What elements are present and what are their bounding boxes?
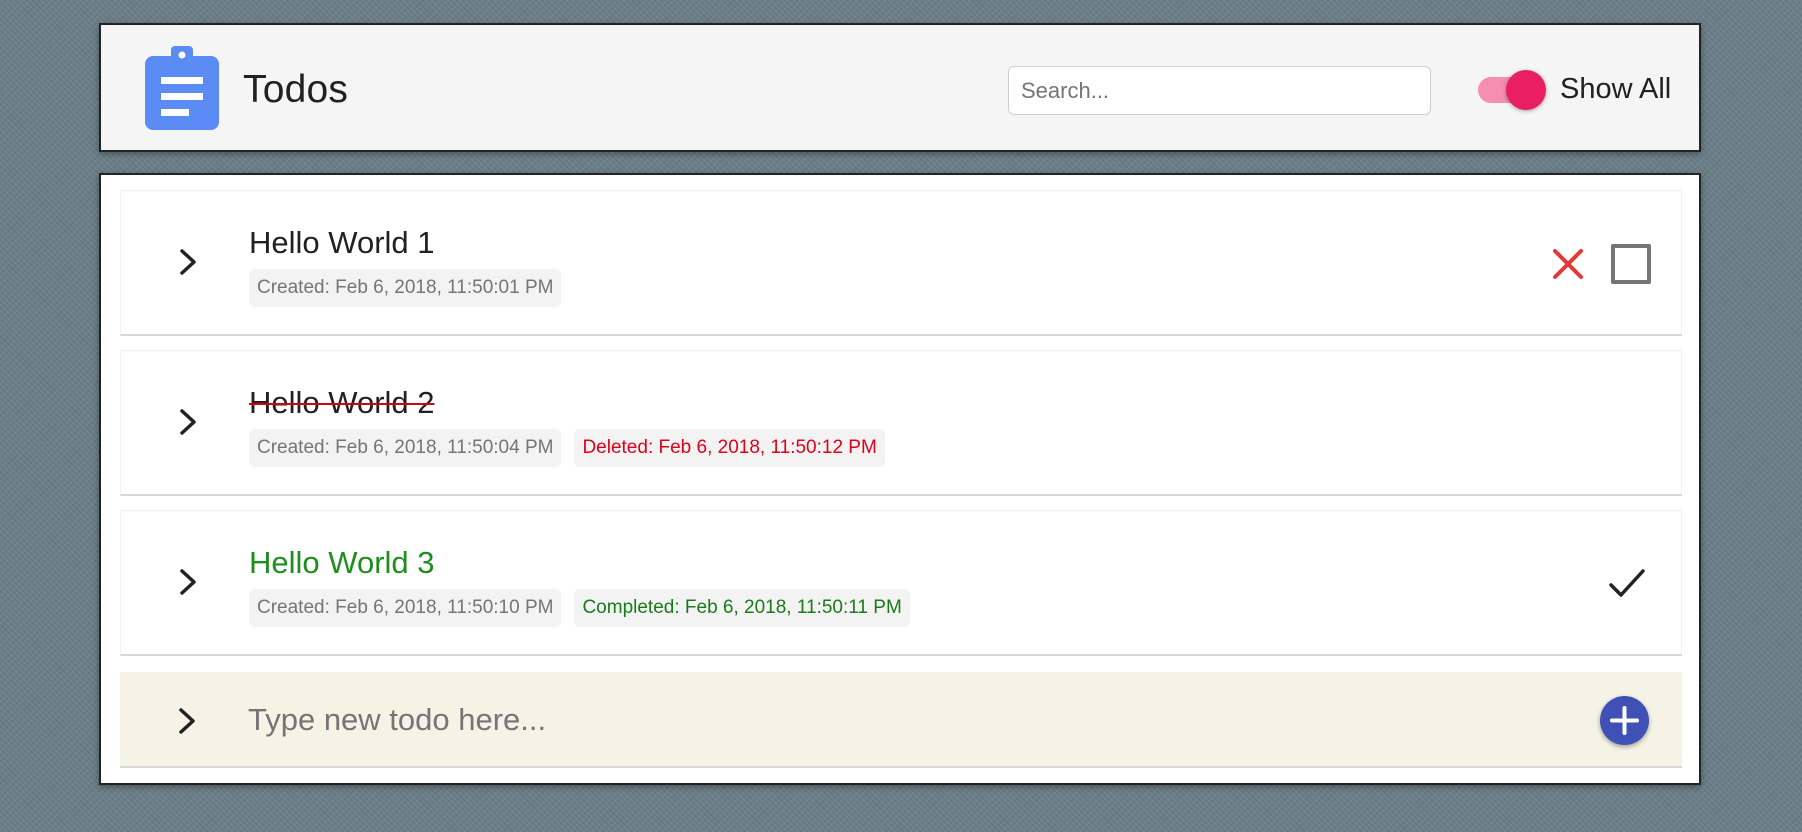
new-todo-input[interactable] bbox=[248, 694, 1398, 746]
checkmark-icon[interactable] bbox=[1607, 566, 1647, 602]
todo-item: Hello World 2 Created: Feb 6, 2018, 11:5… bbox=[120, 350, 1682, 496]
add-todo-button[interactable] bbox=[1600, 696, 1649, 745]
app-header: Todos Show All bbox=[99, 23, 1701, 152]
todo-item: Hello World 3 Created: Feb 6, 2018, 11:5… bbox=[120, 510, 1682, 656]
created-badge: Created: Feb 6, 2018, 11:50:04 PM bbox=[249, 429, 562, 467]
close-icon[interactable] bbox=[1551, 247, 1585, 281]
chevron-right-icon[interactable] bbox=[173, 245, 203, 279]
search-input[interactable] bbox=[1008, 66, 1431, 115]
clipboard-icon bbox=[145, 46, 219, 130]
todo-title: Hello World 1 bbox=[249, 225, 435, 260]
deleted-badge: Deleted: Feb 6, 2018, 11:50:12 PM bbox=[574, 429, 885, 467]
created-badge: Created: Feb 6, 2018, 11:50:01 PM bbox=[249, 269, 562, 307]
todo-meta: Created: Feb 6, 2018, 11:50:10 PM Comple… bbox=[249, 589, 910, 627]
created-badge: Created: Feb 6, 2018, 11:50:10 PM bbox=[249, 589, 562, 627]
app-title: Todos bbox=[243, 68, 349, 111]
show-all-label: Show All bbox=[1560, 73, 1672, 105]
new-todo-row bbox=[120, 672, 1682, 768]
chevron-right-icon[interactable] bbox=[173, 405, 203, 439]
chevron-right-icon[interactable] bbox=[172, 704, 202, 738]
toggle-thumb bbox=[1506, 70, 1546, 110]
todo-meta: Created: Feb 6, 2018, 11:50:01 PM bbox=[249, 269, 562, 307]
todo-list: Hello World 1 Created: Feb 6, 2018, 11:5… bbox=[99, 173, 1701, 785]
plus-icon bbox=[1610, 706, 1639, 735]
completed-badge: Completed: Feb 6, 2018, 11:50:11 PM bbox=[574, 589, 910, 627]
todo-meta: Created: Feb 6, 2018, 11:50:04 PM Delete… bbox=[249, 429, 885, 467]
complete-checkbox[interactable] bbox=[1611, 244, 1651, 284]
todo-title: Hello World 3 bbox=[249, 545, 435, 580]
show-all-toggle[interactable] bbox=[1474, 69, 1548, 110]
todo-title: Hello World 2 bbox=[249, 385, 435, 420]
todo-item: Hello World 1 Created: Feb 6, 2018, 11:5… bbox=[120, 190, 1682, 336]
chevron-right-icon[interactable] bbox=[173, 565, 203, 599]
